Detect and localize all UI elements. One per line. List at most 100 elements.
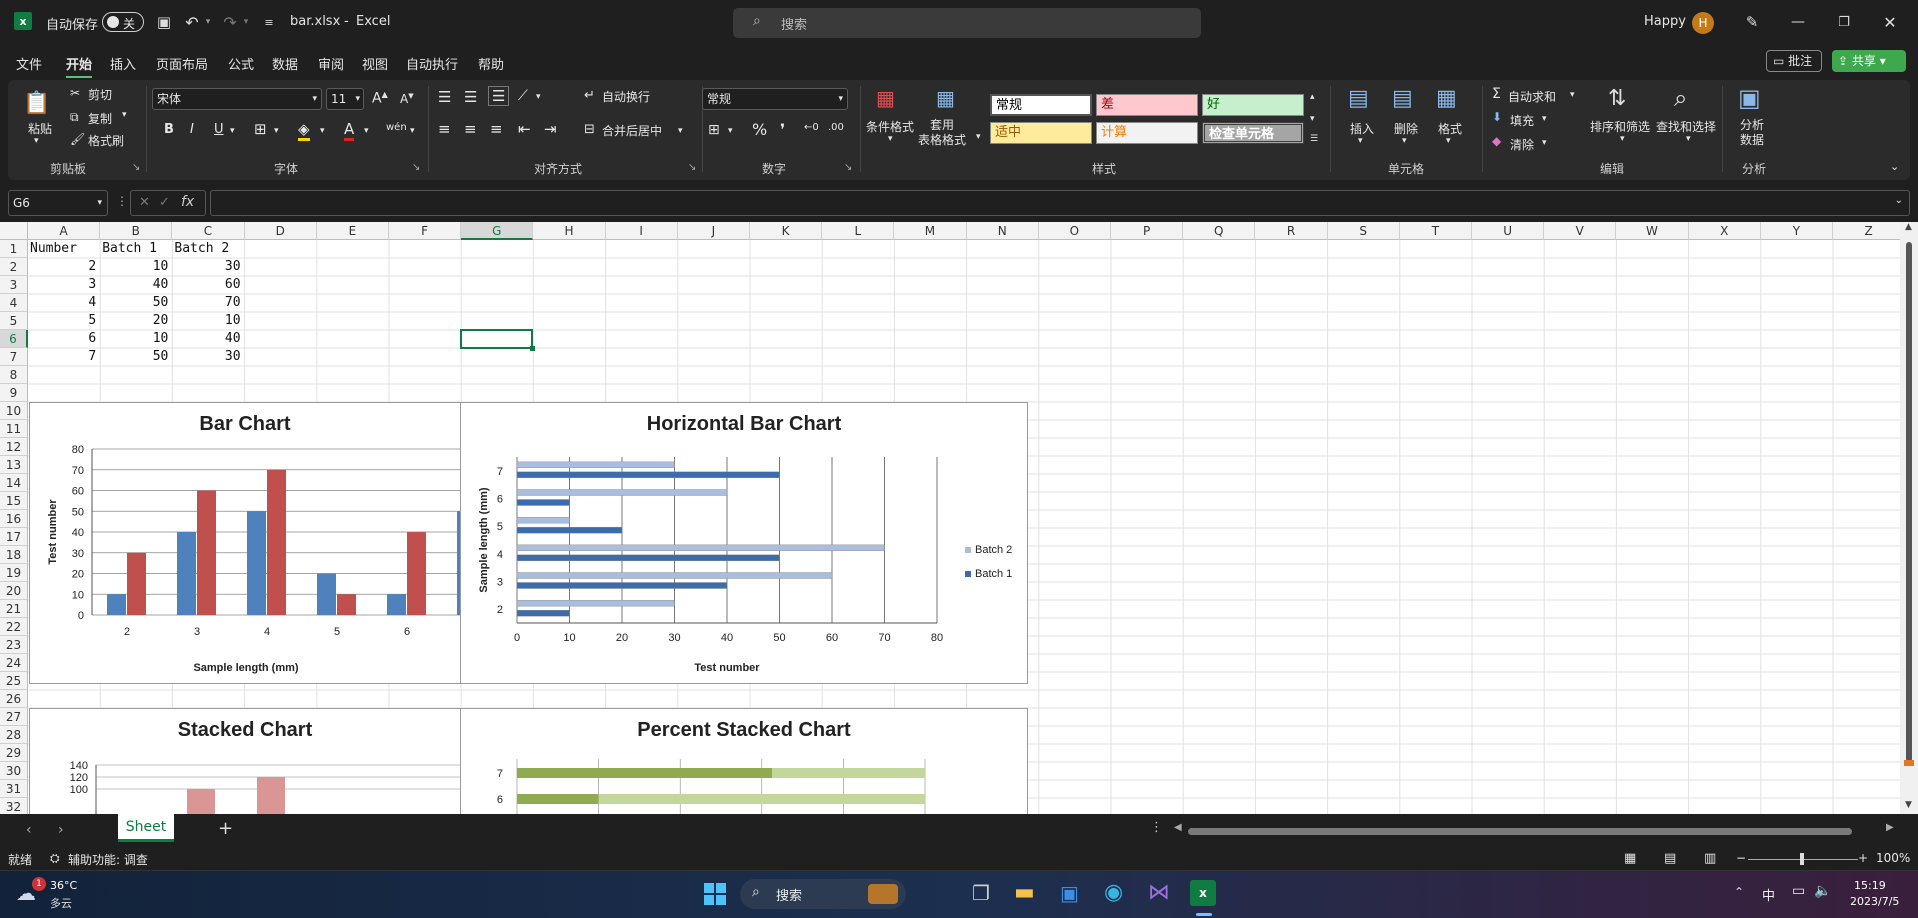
stacked-chart[interactable]: Stacked Chart 100 120 140: [29, 708, 462, 814]
clipboard-launcher-icon[interactable]: ↘: [132, 162, 140, 173]
start-button[interactable]: [704, 883, 726, 905]
analyze-data-label[interactable]: 分析 数据: [1740, 118, 1764, 148]
visual-studio-icon[interactable]: ⋈: [1148, 880, 1170, 905]
sheet-tab-sheet[interactable]: Sheet: [118, 814, 174, 842]
align-bottom-icon[interactable]: ☰: [488, 86, 510, 106]
find-select-dropdown-icon[interactable]: ▾: [1686, 134, 1691, 144]
sort-filter-dropdown-icon[interactable]: ▾: [1620, 134, 1625, 144]
orientation-dropdown-icon[interactable]: ▾: [536, 92, 541, 102]
formula-expand-icon[interactable]: ⌄: [1895, 195, 1903, 206]
style-bad[interactable]: 差: [1096, 94, 1198, 116]
tray-chevron-icon[interactable]: ⌃: [1734, 885, 1744, 899]
fill-color-icon[interactable]: ◈: [298, 120, 310, 141]
underline-dropdown-icon[interactable]: ▾: [230, 126, 235, 136]
bold-button[interactable]: B: [164, 122, 174, 137]
menu-home[interactable]: 开始: [66, 54, 93, 78]
fill-dropdown-icon[interactable]: ▾: [1542, 114, 1547, 124]
phonetic-dropdown-icon[interactable]: ▾: [410, 126, 415, 136]
conditional-format-label[interactable]: 条件格式: [866, 118, 914, 135]
excel-taskbar-icon[interactable]: x: [1190, 880, 1216, 906]
menu-data[interactable]: 数据: [272, 54, 298, 73]
autosum-dropdown-icon[interactable]: ▾: [1570, 90, 1575, 100]
taskbar-search[interactable]: ⌕ 搜索: [740, 879, 906, 909]
style-normal[interactable]: 常规: [990, 94, 1092, 116]
autosave-toggle[interactable]: 关: [102, 12, 144, 32]
orientation-icon[interactable]: ⟋: [518, 88, 528, 104]
page-break-view-icon[interactable]: ▥: [1704, 851, 1716, 866]
zoom-slider-thumb[interactable]: [1800, 853, 1804, 865]
horizontal-bar-chart[interactable]: Horizontal Bar Chart 0 10 20 30 40 50 60 70 80 2 3…: [460, 402, 1028, 684]
align-left-icon[interactable]: ≡: [438, 120, 451, 138]
table-format-icon[interactable]: ▦: [936, 86, 955, 110]
paste-icon[interactable]: 📋: [23, 88, 50, 118]
zoom-level[interactable]: 100%: [1876, 851, 1910, 865]
delete-cells-label[interactable]: 删除: [1394, 120, 1418, 137]
analyze-data-icon[interactable]: ▣: [1738, 84, 1761, 112]
border-dropdown-icon[interactable]: ▾: [274, 126, 279, 136]
page-layout-view-icon[interactable]: ▤: [1664, 851, 1676, 866]
font-size-combo[interactable]: 11 ▾: [326, 88, 364, 110]
table-format-dropdown-icon[interactable]: ▾: [976, 132, 981, 142]
comment-button[interactable]: ▭ 批注: [1766, 50, 1822, 72]
share-button[interactable]: ⇪ 共享 ▾: [1832, 50, 1906, 72]
normal-view-icon[interactable]: ▦: [1624, 851, 1636, 866]
find-select-label[interactable]: 查找和选择: [1656, 118, 1716, 135]
hscroll-left-icon[interactable]: ◀: [1174, 822, 1182, 833]
active-cell-selection[interactable]: [460, 329, 533, 349]
conditional-format-icon[interactable]: ▦: [876, 86, 895, 110]
copy-dropdown-icon[interactable]: ▾: [122, 110, 127, 120]
style-check-cell[interactable]: 检查单元格: [1202, 122, 1304, 144]
currency-dropdown-icon[interactable]: ▾: [728, 126, 733, 136]
table-format-label[interactable]: 套用 表格格式: [918, 118, 966, 148]
fill-color-dropdown-icon[interactable]: ▾: [320, 126, 325, 136]
styles-more-icon[interactable]: ☰: [1310, 134, 1318, 144]
decrease-decimal-icon[interactable]: .00: [828, 122, 844, 133]
close-icon[interactable]: ✕: [1878, 10, 1902, 34]
menu-view[interactable]: 视图: [362, 54, 388, 73]
title-search-box[interactable]: ⌕ 搜索: [733, 8, 1201, 38]
file-explorer-icon[interactable]: ▬: [1014, 880, 1035, 905]
italic-button[interactable]: I: [190, 122, 194, 137]
phonetic-icon[interactable]: wén: [386, 122, 407, 133]
align-top-icon[interactable]: ☰: [438, 88, 451, 106]
wrap-text-button[interactable]: 自动换行: [602, 88, 650, 105]
copy-label[interactable]: 复制: [88, 110, 112, 127]
format-cells-dropdown-icon[interactable]: ▾: [1446, 136, 1451, 146]
clear-dropdown-icon[interactable]: ▾: [1542, 138, 1547, 148]
customize-toolbar-icon[interactable]: ≡: [262, 12, 276, 32]
edge-icon[interactable]: ◉: [1104, 880, 1123, 905]
format-cells-label[interactable]: 格式: [1438, 120, 1462, 137]
formula-input[interactable]: ⌄: [210, 190, 1910, 216]
zoom-in-icon[interactable]: +: [1858, 851, 1868, 865]
undo-dropdown-icon[interactable]: ▾: [203, 14, 213, 30]
decrease-indent-icon[interactable]: ⇤: [518, 120, 531, 138]
worksheet-grid[interactable]: ABCDEFGHIJKLMNOPQRSTUVWXYZ 1 2 3 4 5 6 7 8 9 10 11…: [0, 222, 1918, 814]
paste-label[interactable]: 粘贴: [28, 120, 52, 137]
align-center-icon[interactable]: ≡: [464, 120, 477, 138]
menu-formulas[interactable]: 公式: [228, 54, 254, 73]
insert-cells-label[interactable]: 插入: [1350, 120, 1374, 137]
restore-icon[interactable]: ❐: [1832, 10, 1856, 34]
weather-widget[interactable]: ☁ 1 36°C 多云: [14, 877, 114, 913]
ime-indicator[interactable]: 中: [1762, 885, 1775, 904]
avatar[interactable]: H: [1692, 12, 1714, 34]
insert-cells-icon[interactable]: ▤: [1348, 86, 1369, 111]
name-box[interactable]: G6 ▾: [8, 190, 108, 216]
menu-review[interactable]: 审阅: [318, 54, 344, 73]
style-good[interactable]: 好: [1202, 94, 1304, 116]
insert-function-icon[interactable]: fx: [181, 194, 194, 210]
store-icon[interactable]: ▣: [1060, 881, 1079, 905]
merge-dropdown-icon[interactable]: ▾: [678, 126, 683, 136]
style-neutral[interactable]: 适中: [990, 122, 1092, 144]
fill-handle[interactable]: [530, 346, 535, 351]
zoom-out-icon[interactable]: −: [1736, 851, 1746, 865]
ribbon-collapse-icon[interactable]: ⌄: [1890, 160, 1899, 173]
percent-stacked-chart[interactable]: Percent Stacked Chart 76: [460, 708, 1028, 814]
clock-time[interactable]: 15:19: [1854, 879, 1886, 892]
style-calculation[interactable]: 计算: [1096, 122, 1198, 144]
styles-scroll-up-icon[interactable]: ▴: [1310, 92, 1315, 102]
currency-icon[interactable]: ⊞: [708, 122, 720, 138]
shrink-font-icon[interactable]: A▼: [400, 92, 414, 106]
sheet-next-icon[interactable]: ›: [58, 822, 64, 838]
redo-dropdown-icon[interactable]: ▾: [241, 14, 251, 30]
